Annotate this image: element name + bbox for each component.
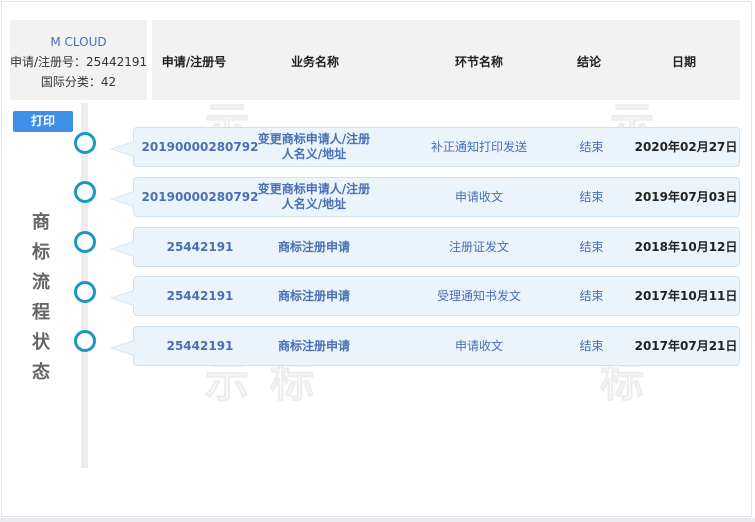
row-number[interactable]: 25442191 (146, 228, 254, 266)
registration-number: 申请/注册号：25442191 (10, 55, 148, 69)
table-header: 申请/注册号 业务名称 环节名称 结论 日期 (152, 20, 740, 100)
timeline-dot (74, 231, 96, 253)
side-title-char: 标 (32, 242, 50, 263)
status-row: 20190000280792 变更商标申请人/注册人名义/地址 申请收文 结束 … (110, 177, 740, 217)
side-title-char: 流 (32, 272, 50, 293)
row-step[interactable]: 受理通知书发文 (414, 277, 544, 315)
row-step[interactable]: 补正通知打印发送 (414, 128, 544, 166)
row-business[interactable]: 商标注册申请 (254, 277, 374, 315)
row-business[interactable]: 变更商标申请人/注册人名义/地址 (254, 178, 374, 216)
row-result: 结束 (579, 288, 604, 303)
brand-name: M CLOUD (50, 35, 107, 49)
timeline-dot (74, 132, 96, 154)
row-number[interactable]: 20190000280792 (142, 178, 259, 216)
row-date: 2020年02月27日 (634, 139, 738, 154)
row-date: 2018年10月12日 (634, 239, 738, 254)
row-result: 结束 (579, 139, 604, 154)
status-row: 25442191 商标注册申请 申请收文 结束 2017年07月21日 (110, 326, 740, 366)
row-pointer (112, 242, 134, 256)
row-pointer (112, 291, 134, 305)
row-business[interactable]: 变更商标申请人/注册人名义/地址 (254, 128, 374, 166)
international-class: 国际分类：42 (40, 75, 117, 89)
row-step[interactable]: 注册证发文 (414, 228, 544, 266)
row-number[interactable]: 20190000280792 (142, 128, 259, 166)
timeline-dot (74, 281, 96, 303)
side-title-char: 态 (32, 362, 50, 383)
row-number[interactable]: 25442191 (146, 277, 254, 315)
row-result: 结束 (579, 338, 604, 353)
side-title-char: 状 (32, 332, 50, 353)
side-title: 商 标 流 程 状 态 (28, 208, 54, 388)
timeline-dot (74, 181, 96, 203)
row-pointer (112, 142, 134, 156)
row-number[interactable]: 25442191 (146, 327, 254, 365)
status-row: 25442191 商标注册申请 注册证发文 结束 2018年10月12日 (110, 227, 740, 267)
print-button[interactable]: 打印 (13, 111, 73, 132)
side-title-char: 商 (32, 212, 50, 233)
header-date: 日期 (671, 55, 696, 69)
row-business[interactable]: 商标注册申请 (254, 327, 374, 365)
row-business[interactable]: 商标注册申请 (254, 228, 374, 266)
row-step[interactable]: 申请收文 (414, 178, 544, 216)
row-pointer (112, 341, 134, 355)
header-step: 环节名称 (454, 55, 503, 69)
header-result: 结论 (576, 55, 601, 69)
status-row: 20190000280792 变更商标申请人/注册人名义/地址 补正通知打印发送… (110, 127, 740, 167)
row-date: 2017年10月11日 (634, 288, 738, 303)
row-pointer (112, 192, 134, 206)
bottom-divider (0, 518, 755, 522)
side-title-char: 程 (32, 302, 50, 323)
row-result: 结束 (579, 239, 604, 254)
row-result: 结束 (579, 189, 604, 204)
row-date: 2017年07月21日 (634, 338, 738, 353)
status-row: 25442191 商标注册申请 受理通知书发文 结束 2017年10月11日 (110, 276, 740, 316)
header-business: 业务名称 (290, 55, 339, 69)
header-number: 申请/注册号 (161, 55, 227, 69)
row-step[interactable]: 申请收文 (414, 327, 544, 365)
row-date: 2019年07月03日 (634, 189, 738, 204)
timeline-dot (74, 330, 96, 352)
summary-box: M CLOUD 申请/注册号：25442191 国际分类：42 (10, 20, 147, 100)
